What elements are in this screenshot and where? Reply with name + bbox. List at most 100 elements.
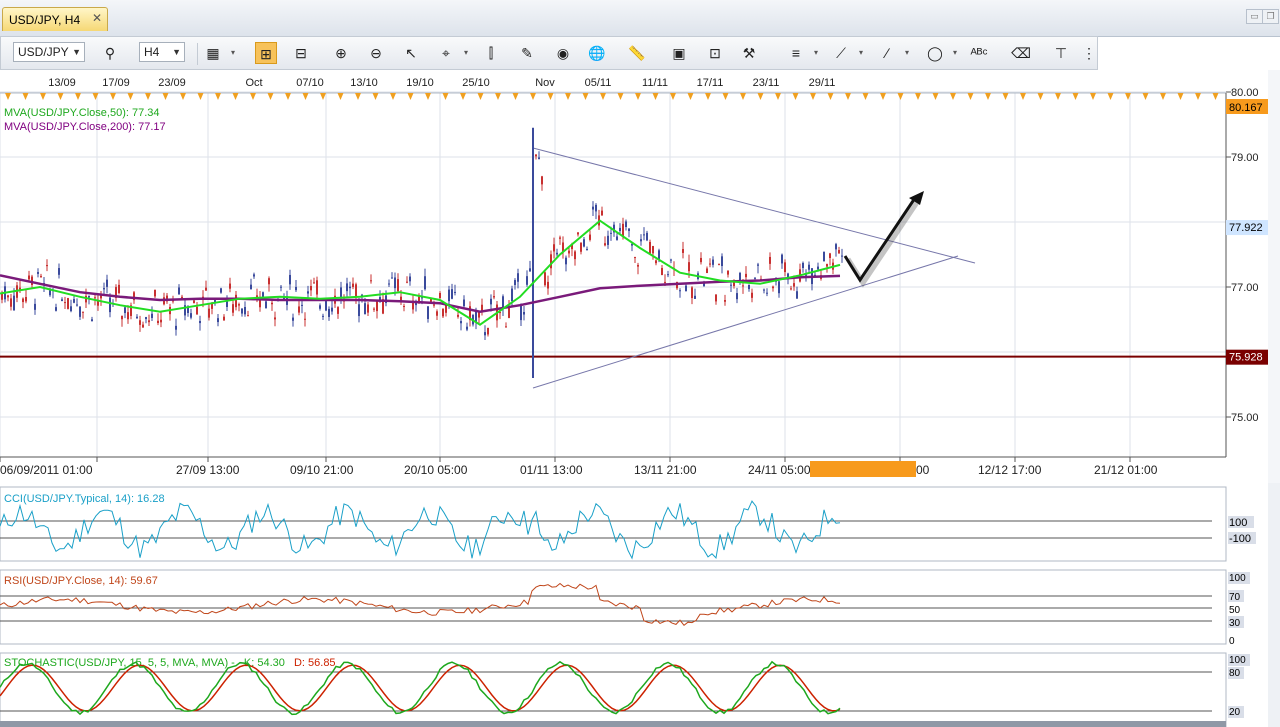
top-date-label: 05/11 [585, 77, 612, 89]
lines-icon[interactable]: ≡ ▾ [785, 42, 818, 64]
candle-body [121, 315, 123, 320]
stochastic-d-value: D: 56.85 [294, 657, 336, 669]
candle-body [304, 318, 306, 320]
chart-type-icon[interactable]: ⊞ [255, 42, 277, 64]
rsi-tick-30: 30 [1229, 618, 1241, 629]
candle-body [748, 284, 750, 290]
restore-button[interactable]: ❐ [1262, 9, 1279, 24]
candle-body [661, 268, 663, 276]
candle-body [610, 232, 612, 234]
candle-body [178, 287, 180, 295]
candle-body [538, 157, 540, 159]
candle-body [190, 313, 192, 318]
candle-body [46, 265, 48, 267]
hierarchy-icon[interactable]: ⊤ [1050, 42, 1072, 64]
top-date-label: 29/11 [809, 77, 836, 89]
candle-body [400, 296, 402, 301]
template-icon[interactable]: ⊟ [290, 42, 312, 64]
bottom-date-label: 12/12 17:00 [978, 463, 1042, 477]
candle-body [274, 317, 276, 320]
candle-body [367, 304, 369, 313]
candle-body [28, 275, 30, 280]
minimize-button[interactable]: ▭ [1246, 9, 1263, 24]
candle-body [349, 286, 351, 289]
candle-body [466, 326, 468, 330]
chevron-down-icon[interactable]: ▾ [231, 42, 235, 64]
candle-body [589, 234, 591, 240]
candle-body [484, 332, 486, 336]
chevron-down-icon[interactable]: ▾ [859, 42, 863, 64]
candle-body [175, 325, 177, 330]
top-date-label: 23/09 [158, 77, 186, 89]
price-label: 77.00 [1231, 282, 1259, 294]
candle-body [574, 251, 576, 260]
candle-body [640, 239, 642, 242]
symbol-value: USD/JPY [18, 45, 69, 59]
candle-body [691, 287, 693, 299]
symbol-search-icon[interactable]: ⚲ [99, 42, 121, 64]
globe-icon[interactable]: 🌐 [586, 42, 608, 64]
tools-icon[interactable]: ⚒ [738, 42, 760, 64]
candle-body [838, 250, 840, 254]
candle-body [148, 320, 150, 323]
stoch-tick-20: 20 [1229, 707, 1241, 718]
chart-area[interactable]: 13/09 17/09 23/09 Oct 07/10 13/10 19/10 25/10 No… [0, 70, 1280, 727]
vertical-scrollbar[interactable] [1268, 483, 1280, 727]
pen-icon[interactable]: ∕ ▾ [876, 42, 909, 64]
stochastic-axis: 100 80 20 [1228, 654, 1250, 718]
candle-body [718, 264, 720, 266]
trendline-icon[interactable]: ⟋ ▾ [830, 42, 863, 64]
close-icon[interactable]: ✕ [92, 11, 102, 25]
timeframe-select[interactable]: H4 ▼ [139, 42, 185, 62]
zoom-in-icon[interactable]: ⊕ [330, 42, 352, 64]
candle-body [22, 298, 24, 303]
horizontal-scrollbar[interactable] [0, 721, 1226, 727]
candle-body [235, 294, 237, 308]
indicator-icon[interactable]: ⊡ [704, 42, 726, 64]
ellipse-icon[interactable]: ◯ ▾ [924, 42, 957, 64]
vertical-line-icon[interactable]: ⫿ [480, 42, 502, 64]
candle-body [637, 264, 639, 267]
candle-body [577, 232, 579, 235]
eye-icon[interactable]: ◉ [552, 42, 574, 64]
ruler-icon[interactable]: 📏 [626, 42, 648, 64]
candle-body [58, 268, 60, 275]
candle-body [139, 320, 141, 325]
candle-body [442, 308, 444, 317]
edit-icon[interactable]: ✎ [516, 42, 538, 64]
candle-body [340, 287, 342, 298]
candle-body [244, 306, 246, 315]
crosshair-icon[interactable]: ⌖ ▾ [435, 42, 468, 64]
candle-body [808, 264, 810, 270]
bottom-date-label: 20/10 05:00 [404, 463, 468, 477]
candle-body [232, 304, 234, 313]
candle-body [616, 236, 618, 240]
chevron-down-icon[interactable]: ▾ [953, 42, 957, 64]
candle-body [622, 223, 624, 237]
chevron-down-icon[interactable]: ▾ [464, 42, 468, 64]
more-icon[interactable]: ⋮ [1078, 42, 1100, 64]
candle-body [625, 221, 627, 227]
price-scroll-area[interactable] [1268, 70, 1280, 483]
symbol-select[interactable]: USD/JPY ▼ [13, 42, 85, 62]
candle-body [583, 239, 585, 247]
top-date-label: Oct [245, 77, 262, 89]
eraser-icon[interactable]: ⌫ [1010, 42, 1032, 64]
candle-body [754, 277, 756, 279]
tab-bar: USD/JPY, H4 ✕ ▭ ❐ [0, 0, 1280, 37]
image-icon[interactable]: ▣ [668, 42, 690, 64]
candle-body [793, 283, 795, 287]
chevron-down-icon[interactable]: ▾ [814, 42, 818, 64]
cursor-icon[interactable]: ↖ [400, 42, 422, 64]
new-chart-icon[interactable]: ▦ ▾ [202, 42, 235, 64]
candle-body [352, 283, 354, 287]
text-icon[interactable]: ᴬᴮᶜ [968, 42, 990, 64]
candle-body [55, 307, 57, 311]
candle-body [655, 260, 657, 264]
zoom-out-icon[interactable]: ⊖ [365, 42, 387, 64]
candle-body [106, 279, 108, 287]
chevron-down-icon[interactable]: ▾ [905, 42, 909, 64]
chevron-down-icon: ▼ [72, 47, 81, 57]
rsi-tick-50: 50 [1229, 605, 1241, 616]
chart-tab[interactable]: USD/JPY, H4 ✕ [2, 7, 108, 31]
